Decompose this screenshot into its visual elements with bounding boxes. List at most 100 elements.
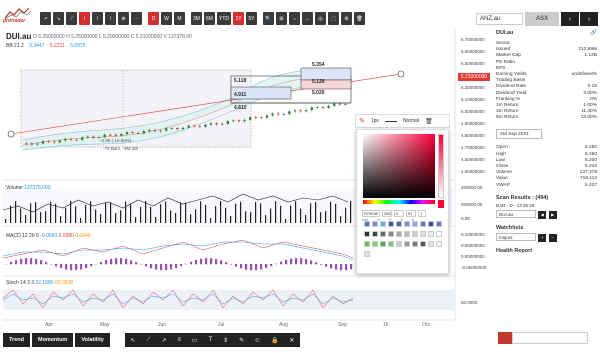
exchange-asx-button[interactable]: ASX	[525, 12, 559, 26]
measure-tool-icon[interactable]: ⇕	[223, 337, 228, 344]
swatch[interactable]	[380, 221, 386, 227]
fundamentals-title: DUI.au	[496, 30, 514, 36]
scan-prev-button[interactable]: ◀	[538, 210, 547, 219]
scan-next-button[interactable]: ▶	[548, 210, 557, 219]
period-weekly-button[interactable]: W	[161, 12, 172, 25]
watchlist-add-button[interactable]: +	[538, 233, 547, 242]
swatch[interactable]	[388, 241, 394, 247]
a-input[interactable]: 1	[418, 210, 426, 217]
prev-symbol-button[interactable]: ‹	[561, 12, 579, 26]
line-tool-icon[interactable]: ⟋	[146, 337, 150, 344]
range-5y-button[interactable]: 5Y	[246, 12, 257, 25]
swatch[interactable]	[364, 251, 370, 257]
swatch[interactable]	[404, 231, 410, 237]
watchlist-remove-button[interactable]: −	[548, 233, 557, 242]
hue-slider[interactable]	[363, 200, 435, 204]
line-width-select[interactable]: 1px	[371, 118, 379, 124]
swatch[interactable]	[436, 221, 442, 227]
swatch[interactable]	[364, 241, 370, 247]
pencil-icon[interactable]: ✎	[359, 117, 365, 125]
swatch[interactable]	[412, 231, 418, 237]
layout-icon[interactable]: ⊞	[276, 12, 287, 25]
scan-symbol-input[interactable]: DUI.au	[496, 209, 536, 218]
screenshot-icon[interactable]: ⬚	[328, 12, 339, 25]
rect-tool-icon[interactable]: ▭	[192, 337, 198, 344]
trash-icon[interactable]: 🗑	[354, 12, 365, 25]
volume-bar	[120, 210, 122, 223]
range-1y-button[interactable]: 1Y	[233, 12, 244, 25]
momentum-button[interactable]: Momentum	[31, 333, 74, 347]
settings-icon[interactable]: ⚙	[341, 12, 352, 25]
swatch[interactable]	[388, 231, 394, 237]
swatch[interactable]	[420, 221, 426, 227]
line-style-select[interactable]: Normal	[403, 118, 419, 124]
indicator-icon[interactable]: ◎	[315, 12, 326, 25]
swatch[interactable]	[412, 221, 418, 227]
tool-fib-2[interactable]: ⌇	[92, 12, 103, 25]
scan-row[interactable]: DAR - D - 13:35:29	[496, 203, 597, 208]
swatch[interactable]	[428, 221, 434, 227]
volume-bar	[305, 214, 307, 223]
tool-fib[interactable]: ⌇	[79, 12, 90, 25]
range-6m-button[interactable]: 6M	[204, 12, 215, 25]
next-symbol-button[interactable]: ›	[580, 12, 598, 26]
link-icon[interactable]: 🔗	[590, 30, 597, 36]
swatch[interactable]	[420, 241, 426, 247]
line-sample[interactable]	[384, 120, 397, 122]
text-tool-icon[interactable]: T	[209, 337, 213, 343]
macd-histogram-bar	[255, 264, 258, 271]
swatch[interactable]	[372, 241, 378, 247]
lock-icon[interactable]: 🔒	[271, 337, 278, 344]
swatch[interactable]	[436, 231, 442, 237]
pen-tool-icon[interactable]: ✎	[239, 337, 244, 344]
delete-tool-icon[interactable]: ✕	[289, 337, 294, 344]
trend-button[interactable]: Trend	[3, 333, 30, 347]
trash-icon[interactable]: 🗑	[425, 118, 433, 125]
magnet-icon[interactable]: ⊂	[255, 337, 260, 344]
swatch[interactable]	[364, 221, 370, 227]
tool-line[interactable]: ⟋	[66, 12, 77, 25]
swatch[interactable]	[412, 241, 418, 247]
resize-icon[interactable]: ↔	[302, 12, 313, 25]
zoom-icon[interactable]: 🔍	[263, 12, 274, 25]
swatch[interactable]	[364, 231, 370, 237]
r-input[interactable]: 255	[382, 210, 392, 217]
period-monthly-button[interactable]: M	[174, 12, 185, 25]
g-input[interactable]: 0	[394, 210, 404, 217]
alpha-slider[interactable]	[438, 134, 444, 198]
swatch[interactable]	[428, 241, 434, 247]
tool-crosshair[interactable]: ⊕	[118, 12, 129, 25]
swatch[interactable]	[420, 231, 426, 237]
period-daily-button[interactable]: D	[148, 12, 159, 25]
color-gradient-area[interactable]	[363, 134, 435, 198]
swatch[interactable]	[372, 231, 378, 237]
fib-tool-icon[interactable]: ≡	[177, 337, 181, 343]
hex-input[interactable]: FF0038	[362, 210, 380, 217]
swatch[interactable]	[396, 221, 402, 227]
tool-more[interactable]: ⋯	[131, 12, 142, 25]
volume-bar	[185, 202, 187, 223]
date-select[interactable]: 3rd Sep 2021	[496, 129, 542, 140]
tool-fib-3[interactable]: ⌇	[105, 12, 116, 25]
ray-tool-icon[interactable]: ↗	[162, 337, 167, 344]
swatch[interactable]	[396, 241, 402, 247]
range-ytd-button[interactable]: YTD	[217, 12, 231, 25]
cursor-icon[interactable]: ↖	[130, 337, 135, 344]
watchlist-select[interactable]: majors	[496, 232, 536, 241]
range-3m-button[interactable]: 3M	[191, 12, 202, 25]
swatch[interactable]	[404, 241, 410, 247]
volatility-button[interactable]: Volatility	[75, 333, 110, 347]
swatch[interactable]	[428, 231, 434, 237]
swatch[interactable]	[372, 221, 378, 227]
b-input[interactable]: 57	[406, 210, 416, 217]
swatch[interactable]	[404, 221, 410, 227]
swatch[interactable]	[396, 231, 402, 237]
tool-trend-up[interactable]: ↗	[40, 12, 51, 25]
tool-trend-down[interactable]: ↘	[53, 12, 64, 25]
symbol-search-input[interactable]: ANZ.au	[476, 13, 523, 25]
compare-icon[interactable]: ⇔	[289, 12, 300, 25]
swatch[interactable]	[380, 241, 386, 247]
swatch[interactable]	[380, 231, 386, 237]
swatch[interactable]	[436, 241, 442, 247]
swatch[interactable]	[388, 221, 394, 227]
